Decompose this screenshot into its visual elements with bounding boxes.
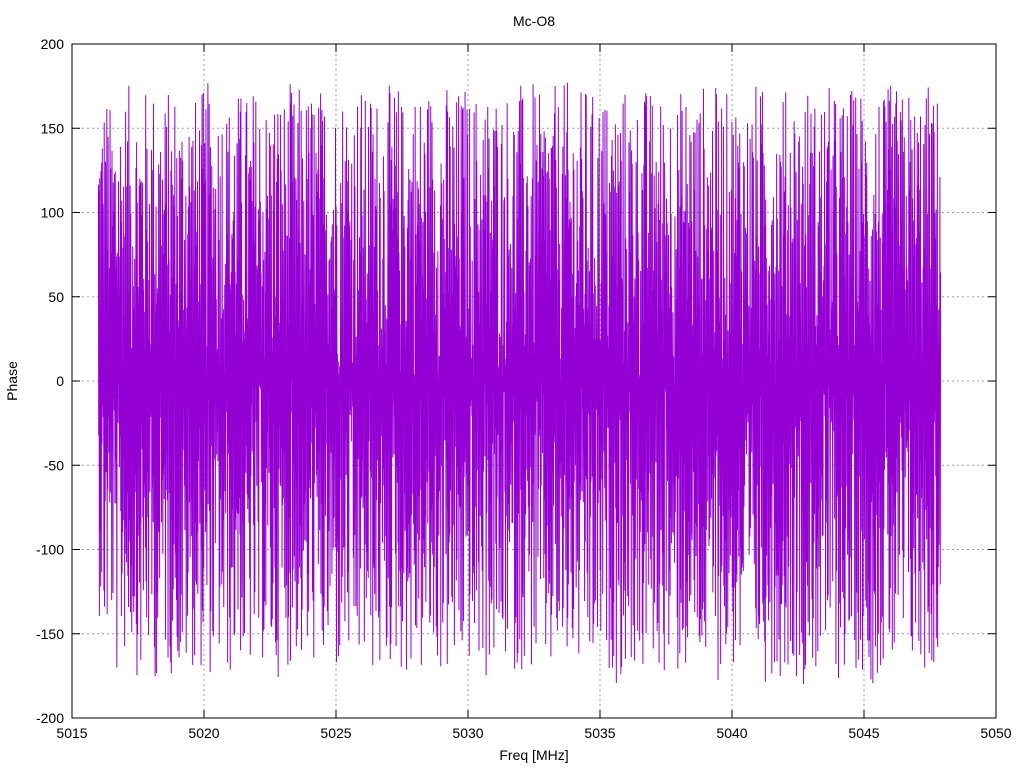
x-tick-label: 5035 [584, 725, 615, 741]
x-tick-label: 5020 [188, 725, 219, 741]
x-tick-label: 5040 [716, 725, 747, 741]
y-axis-label: Phase [4, 361, 20, 401]
y-tick-label: 50 [48, 289, 64, 305]
chart-title: Mc-O8 [513, 13, 555, 29]
y-tick-label: -100 [36, 542, 64, 558]
x-tick-label: 5025 [320, 725, 351, 741]
x-tick-label: 5050 [980, 725, 1011, 741]
phase-chart: 5015 5020 5025 5030 5035 5040 5045 5050 -200 -15… [0, 0, 1024, 768]
y-tick-label: -200 [36, 710, 64, 726]
y-tick-label: 0 [56, 373, 64, 389]
x-tick-label: 5015 [56, 725, 87, 741]
y-tick-label: 200 [41, 36, 65, 52]
x-tick-label: 5030 [452, 725, 483, 741]
y-tick-label: 150 [41, 120, 65, 136]
x-tick-label: 5045 [848, 725, 879, 741]
y-tick-label: 100 [41, 205, 65, 221]
y-tick-label: -150 [36, 626, 64, 642]
y-tick-label: -50 [44, 457, 64, 473]
x-axis-label: Freq [MHz] [499, 747, 568, 763]
